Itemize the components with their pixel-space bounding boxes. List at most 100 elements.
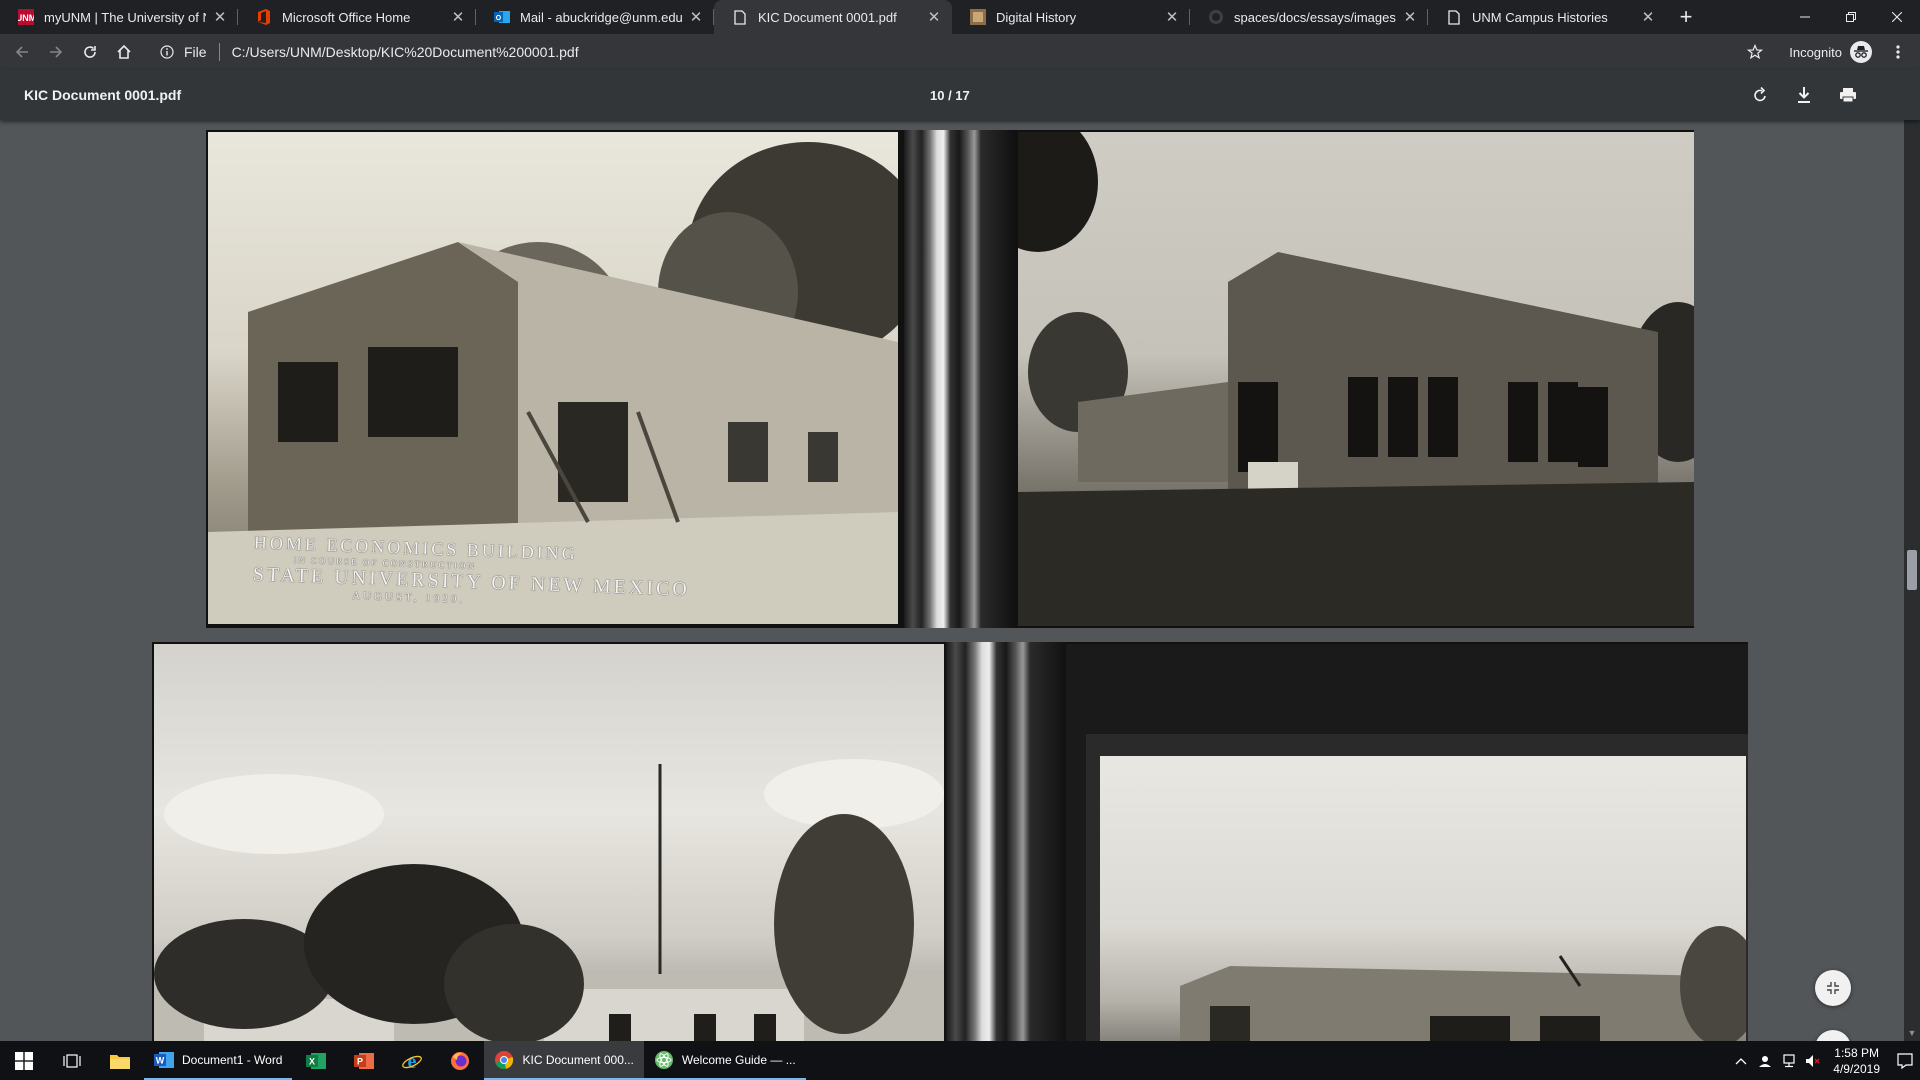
pdf-page-photo-album-spread: HOME ECONOMICS BUILDING IN COURSE OF CON… bbox=[206, 130, 1694, 628]
address-bar[interactable]: File C:/Users/UNM/Desktop/KIC%20Document… bbox=[158, 38, 1737, 66]
tab-title: Mail - abuckridge@unm.edu bbox=[520, 9, 682, 25]
scrollbar-thumb[interactable] bbox=[1907, 550, 1917, 590]
windows-taskbar: W Document1 - Word X P e KIC Document 00… bbox=[0, 1041, 1920, 1080]
volume-muted-icon[interactable] bbox=[1801, 1054, 1825, 1068]
tab-title: myUNM | The University of New bbox=[44, 9, 206, 25]
svg-text:O: O bbox=[496, 15, 502, 22]
window-controls bbox=[1782, 0, 1920, 34]
incognito-icon bbox=[1850, 41, 1872, 63]
people-icon[interactable] bbox=[1753, 1054, 1777, 1068]
photo-building-construction bbox=[1018, 132, 1694, 626]
taskbar-label: Document1 - Word bbox=[182, 1052, 283, 1067]
taskbar-word[interactable]: W Document1 - Word bbox=[144, 1041, 293, 1080]
new-tab-button[interactable]: + bbox=[1666, 0, 1706, 34]
close-icon[interactable]: ✕ bbox=[1402, 9, 1418, 26]
album-spine bbox=[946, 642, 1066, 1041]
atom-icon bbox=[654, 1050, 674, 1070]
file-explorer-icon[interactable] bbox=[96, 1041, 144, 1080]
task-view-icon[interactable] bbox=[48, 1041, 96, 1080]
svg-text:e: e bbox=[408, 1051, 417, 1071]
close-icon[interactable]: ✕ bbox=[1164, 9, 1180, 26]
tab-strip: UNM myUNM | The University of New ✕ Micr… bbox=[0, 0, 1920, 34]
taskbar-label: KIC Document 000... bbox=[522, 1052, 634, 1067]
home-icon[interactable] bbox=[108, 36, 140, 68]
svg-text:P: P bbox=[357, 1056, 363, 1066]
clock-date: 4/9/2019 bbox=[1833, 1061, 1880, 1076]
svg-text:X: X bbox=[309, 1056, 315, 1066]
tab-github[interactable]: spaces/docs/essays/images at m ✕ bbox=[1190, 0, 1428, 34]
excel-icon[interactable]: X bbox=[292, 1041, 340, 1080]
tab-title: KIC Document 0001.pdf bbox=[758, 9, 897, 25]
firefox-icon[interactable] bbox=[436, 1041, 484, 1080]
print-icon[interactable] bbox=[1826, 75, 1870, 115]
pdf-page-photo-album-spread-2 bbox=[152, 642, 1748, 1041]
photo-home-economics-building: HOME ECONOMICS BUILDING IN COURSE OF CON… bbox=[208, 132, 898, 624]
taskbar-chrome[interactable]: KIC Document 000... bbox=[484, 1041, 644, 1080]
github-icon bbox=[1208, 9, 1224, 25]
browser-toolbar: File C:/Users/UNM/Desktop/KIC%20Document… bbox=[0, 34, 1920, 70]
tab-title: UNM Campus Histories bbox=[1472, 9, 1608, 25]
chevron-up-icon[interactable] bbox=[1729, 1057, 1753, 1065]
taskbar-label: Welcome Guide — ... bbox=[681, 1052, 796, 1067]
page-indicator[interactable]: 10 / 17 bbox=[930, 88, 970, 103]
close-window-icon[interactable] bbox=[1874, 0, 1920, 34]
photo-campus-flagpole bbox=[154, 644, 944, 1041]
tab-unm-campus-histories[interactable]: UNM Campus Histories ✕ bbox=[1428, 0, 1666, 34]
close-icon[interactable]: ✕ bbox=[688, 9, 704, 26]
tab-digital-history[interactable]: Digital History ✕ bbox=[952, 0, 1190, 34]
info-icon[interactable] bbox=[158, 43, 176, 61]
reload-icon[interactable] bbox=[74, 36, 106, 68]
download-icon[interactable] bbox=[1782, 75, 1826, 115]
photo-building-second-view bbox=[1100, 756, 1746, 1041]
tab-kic-document[interactable]: KIC Document 0001.pdf ✕ bbox=[714, 0, 952, 34]
photo-frame-dark bbox=[1066, 644, 1748, 1041]
close-icon[interactable]: ✕ bbox=[450, 9, 466, 26]
forward-arrow-icon[interactable] bbox=[40, 36, 72, 68]
scroll-down-icon[interactable]: ▼ bbox=[1904, 1025, 1920, 1041]
tab-title: Digital History bbox=[996, 9, 1077, 25]
office-icon bbox=[256, 9, 272, 25]
pdf-viewer[interactable]: HOME ECONOMICS BUILDING IN COURSE OF CON… bbox=[0, 120, 1904, 1041]
tab-office[interactable]: Microsoft Office Home ✕ bbox=[238, 0, 476, 34]
close-icon[interactable]: ✕ bbox=[926, 9, 942, 26]
fit-to-page-button[interactable] bbox=[1815, 970, 1851, 1006]
system-clock[interactable]: 1:58 PM 4/9/2019 bbox=[1833, 1045, 1880, 1077]
incognito-indicator[interactable]: Incognito bbox=[1789, 41, 1872, 63]
rotate-icon[interactable] bbox=[1738, 75, 1782, 115]
outlook-icon: O bbox=[494, 9, 510, 25]
tab-title: Microsoft Office Home bbox=[282, 9, 411, 25]
viewer-scrollbar[interactable]: ▲ ▼ bbox=[1904, 70, 1920, 1041]
document-icon bbox=[1446, 9, 1462, 25]
svg-text:UNM: UNM bbox=[18, 13, 34, 23]
tab-mail[interactable]: O Mail - abuckridge@unm.edu ✕ bbox=[476, 0, 714, 34]
url-text[interactable]: C:/Users/UNM/Desktop/KIC%20Document%2000… bbox=[232, 44, 579, 60]
clock-time: 1:58 PM bbox=[1834, 1045, 1879, 1060]
tab-title: spaces/docs/essays/images at m bbox=[1234, 9, 1396, 25]
album-spine bbox=[904, 130, 1014, 628]
back-arrow-icon[interactable] bbox=[6, 36, 38, 68]
star-icon[interactable] bbox=[1739, 36, 1771, 68]
system-tray: 1:58 PM 4/9/2019 bbox=[1729, 1041, 1920, 1080]
zoom-in-button[interactable] bbox=[1815, 1030, 1851, 1041]
windows-start-icon[interactable] bbox=[0, 1041, 48, 1080]
pdf-title: KIC Document 0001.pdf bbox=[24, 87, 182, 103]
zoom-controls bbox=[1815, 970, 1851, 1041]
tab-myunm[interactable]: UNM myUNM | The University of New ✕ bbox=[0, 0, 238, 34]
incognito-label: Incognito bbox=[1789, 44, 1842, 60]
unm-icon: UNM bbox=[18, 9, 34, 25]
document-icon bbox=[732, 9, 748, 25]
chrome-icon bbox=[494, 1050, 514, 1070]
close-icon[interactable]: ✕ bbox=[212, 9, 228, 26]
taskbar-atom[interactable]: Welcome Guide — ... bbox=[643, 1041, 806, 1080]
minimize-icon[interactable] bbox=[1782, 0, 1828, 34]
internet-explorer-icon[interactable]: e bbox=[388, 1041, 436, 1080]
restore-icon[interactable] bbox=[1828, 0, 1874, 34]
close-icon[interactable]: ✕ bbox=[1640, 9, 1656, 26]
svg-text:W: W bbox=[156, 1055, 165, 1065]
network-icon[interactable] bbox=[1777, 1053, 1801, 1068]
menu-icon[interactable] bbox=[1882, 36, 1914, 68]
notification-center-icon[interactable] bbox=[1890, 1041, 1920, 1080]
fit-page-icon bbox=[1827, 982, 1839, 994]
powerpoint-icon[interactable]: P bbox=[340, 1041, 388, 1080]
digital-history-icon bbox=[970, 9, 986, 25]
